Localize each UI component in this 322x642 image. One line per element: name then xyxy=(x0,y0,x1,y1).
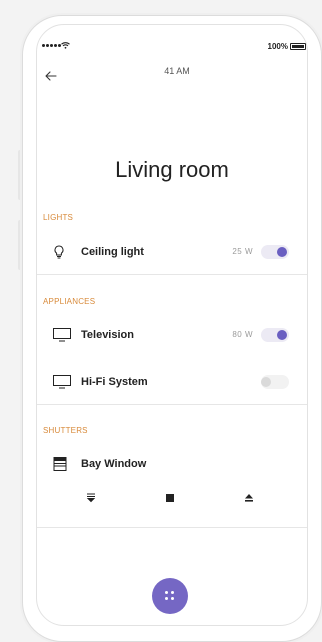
device-name: Ceiling light xyxy=(81,246,144,258)
section-divider xyxy=(37,527,307,528)
battery-icon xyxy=(290,43,306,50)
section-label-shutters: SHUTTERS xyxy=(43,426,88,435)
section-divider xyxy=(37,274,307,275)
eject-up-icon[interactable] xyxy=(244,493,254,506)
device-name: Hi-Fi System xyxy=(81,376,148,388)
wifi-icon xyxy=(61,42,70,51)
shutter-icon xyxy=(53,457,67,476)
monitor-icon xyxy=(53,375,71,394)
signal-icon xyxy=(42,44,61,47)
device-name: Television xyxy=(81,329,134,341)
lightbulb-icon xyxy=(53,245,65,264)
device-toggle[interactable] xyxy=(261,328,289,342)
device-row-bay-window[interactable]: Bay Window xyxy=(37,449,307,479)
grid-dots-icon[interactable] xyxy=(152,578,188,614)
device-toggle[interactable] xyxy=(261,375,289,389)
status-bar: 100% xyxy=(42,42,306,54)
device-wattage: 25 W xyxy=(232,247,253,256)
device-row-hifi-system[interactable]: Hi-Fi System xyxy=(37,367,307,397)
section-label-appliances: APPLIANCES xyxy=(43,297,96,306)
battery-label: 100% xyxy=(267,42,288,51)
device-row-ceiling-light[interactable]: Ceiling light 25 W xyxy=(37,237,307,267)
section-label-lights: LIGHTS xyxy=(43,213,74,222)
battery-indicator: 100% xyxy=(268,42,306,51)
section-divider xyxy=(37,404,307,405)
device-row-television[interactable]: Television 80 W xyxy=(37,320,307,350)
device-toggle[interactable] xyxy=(261,245,289,259)
shutter-down-icon[interactable] xyxy=(86,493,96,506)
monitor-icon xyxy=(53,328,71,347)
device-wattage: 80 W xyxy=(232,330,253,339)
header-time: 41 AM xyxy=(164,66,190,76)
page-title: Living room xyxy=(115,157,229,182)
device-name: Bay Window xyxy=(81,458,147,470)
stop-icon[interactable] xyxy=(165,493,175,506)
arrow-left-icon[interactable] xyxy=(45,68,57,84)
